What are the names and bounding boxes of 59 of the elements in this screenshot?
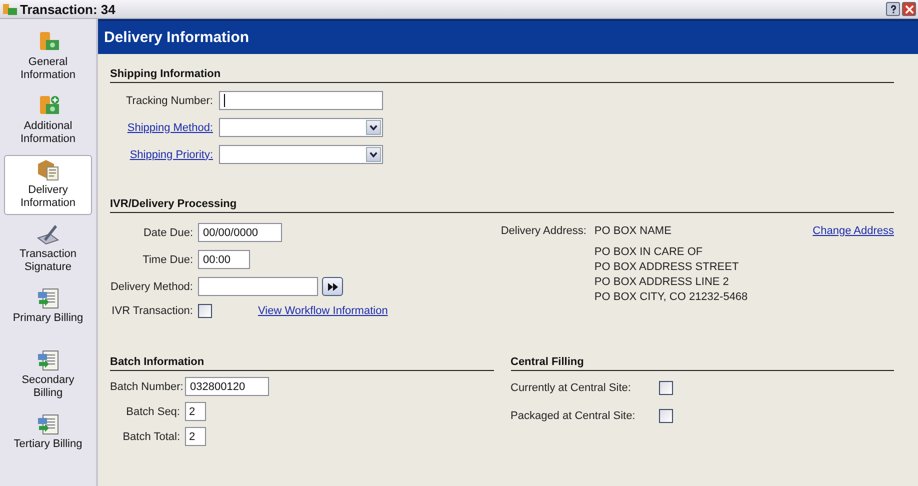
page-header: Delivery Information (98, 19, 918, 54)
address-line: PO BOX NAME (594, 225, 672, 237)
shipping-method-dropdown[interactable] (219, 118, 383, 137)
batch-field[interactable]: 2 (185, 427, 206, 446)
checkbox[interactable] (658, 409, 672, 423)
batch-field[interactable]: 032800120 (185, 377, 269, 396)
help-button[interactable] (886, 2, 900, 16)
address-line: PO BOX IN CARE OF (594, 246, 704, 258)
close-button[interactable] (902, 2, 916, 16)
app-icon (2, 2, 18, 16)
field-label: Time Due: (142, 254, 193, 266)
window-title: Transaction: 34 (20, 2, 116, 16)
chevron-down-icon (369, 123, 378, 132)
sidebar-item[interactable]: Secondary Billing (4, 345, 92, 405)
sidebar-item[interactable]: Delivery Information (4, 155, 92, 215)
field-label: Batch Number: (110, 380, 180, 392)
field-label: Batch Total: (122, 430, 180, 442)
sidebar-item[interactable]: General Information (4, 27, 92, 87)
forward-button[interactable] (322, 277, 343, 296)
change-address-link[interactable]: Change Address (812, 225, 894, 237)
section-title: Central Filling (510, 356, 894, 371)
pen-on-pad-icon (36, 222, 60, 246)
sidebar-item[interactable]: Primary Billing (4, 283, 92, 341)
section-title: Batch Information (110, 356, 494, 371)
workflow-link[interactable]: View Workflow Information (258, 305, 388, 317)
field-label: Currently at Central Site: (510, 382, 632, 394)
bill-document-icon (36, 348, 60, 372)
section-title: IVR/Delivery Processing (110, 198, 894, 213)
help-icon (888, 4, 898, 14)
box-and-document-icon (36, 158, 60, 182)
close-icon (904, 4, 914, 14)
field-label: Tracking Number: (124, 94, 213, 106)
field-label: Delivery Method: (110, 280, 193, 292)
field-label: Date Due: (142, 226, 193, 238)
sidebar-item[interactable]: Tertiary Billing (4, 409, 92, 467)
shipping-priority-dropdown[interactable] (219, 145, 383, 164)
address-line: PO BOX CITY, CO 21232-5468 (594, 291, 748, 303)
checkbox[interactable] (658, 381, 672, 395)
field-label: Batch Seq: (125, 406, 180, 418)
bill-document-icon (36, 286, 60, 310)
bill-document-icon (36, 412, 60, 436)
checkbox[interactable] (198, 304, 212, 318)
shipping-priority-link[interactable]: Shipping Priority: (110, 148, 213, 160)
address-line: PO BOX ADDRESS STREET (594, 261, 740, 273)
sidebar-item[interactable]: Additional Information (4, 91, 92, 151)
fast-forward-icon (328, 282, 338, 290)
section-title: Shipping Information (110, 68, 894, 83)
field-label: Packaged at Central Site: (510, 410, 636, 422)
field-label: Delivery Address: (500, 225, 586, 237)
address-line: PO BOX ADDRESS LINE 2 (594, 276, 730, 288)
tracking-number-field[interactable] (219, 91, 383, 110)
sidebar-item[interactable]: Transaction Signature (4, 219, 92, 279)
field-label: IVR Transaction: (110, 305, 193, 317)
shipping-method-link[interactable]: Shipping Method: (110, 122, 213, 134)
batch-field[interactable]: 2 (185, 402, 206, 421)
time-due-field[interactable]: 00:00 (198, 250, 250, 269)
delivery-method-field[interactable] (198, 277, 318, 296)
chevron-down-icon (369, 150, 378, 159)
date-due-field[interactable]: 00/00/0000 (198, 223, 282, 242)
